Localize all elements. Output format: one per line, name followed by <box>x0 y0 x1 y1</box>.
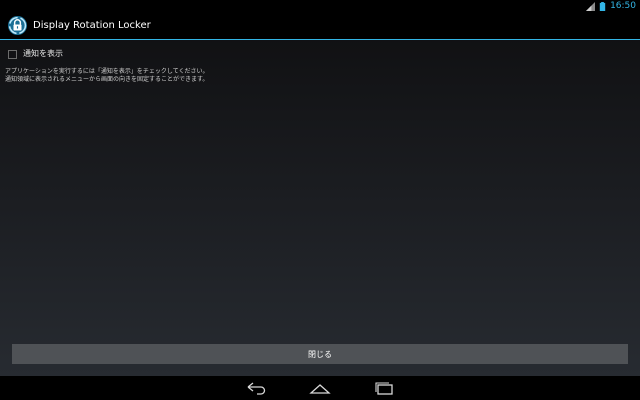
app-title: Display Rotation Locker <box>33 20 151 31</box>
screen: 16:50 Display Rotation Locker 通知を表示 アプリケ… <box>0 0 640 400</box>
navigation-bar <box>0 376 640 400</box>
description: アプリケーションを実行するには「通知を表示」をチェックしてください。 通知領域に… <box>5 68 625 84</box>
action-bar-divider <box>0 39 640 40</box>
close-button[interactable]: 閉じる <box>12 344 628 364</box>
show-notification-label: 通知を表示 <box>23 49 63 58</box>
show-notification-checkbox[interactable] <box>8 49 17 59</box>
description-line-1: アプリケーションを実行するには「通知を表示」をチェックしてください。 <box>5 68 209 75</box>
recent-apps-icon[interactable] <box>372 380 396 396</box>
lock-rotation-icon <box>7 15 28 36</box>
home-icon[interactable] <box>308 380 332 396</box>
show-notification-row[interactable]: 通知を表示 <box>8 47 63 61</box>
back-icon[interactable] <box>244 380 268 396</box>
battery-icon <box>599 1 606 11</box>
status-right: 16:50 <box>586 0 636 12</box>
signal-icon <box>586 1 596 11</box>
action-bar: Display Rotation Locker <box>0 12 640 39</box>
app-window: Display Rotation Locker 通知を表示 アプリケーションを実… <box>0 12 640 376</box>
status-bar: 16:50 <box>0 0 640 12</box>
status-time: 16:50 <box>610 1 636 11</box>
description-line-2: 通知領域に表示されるメニューから画面の向きを固定することができます。 <box>5 76 209 83</box>
